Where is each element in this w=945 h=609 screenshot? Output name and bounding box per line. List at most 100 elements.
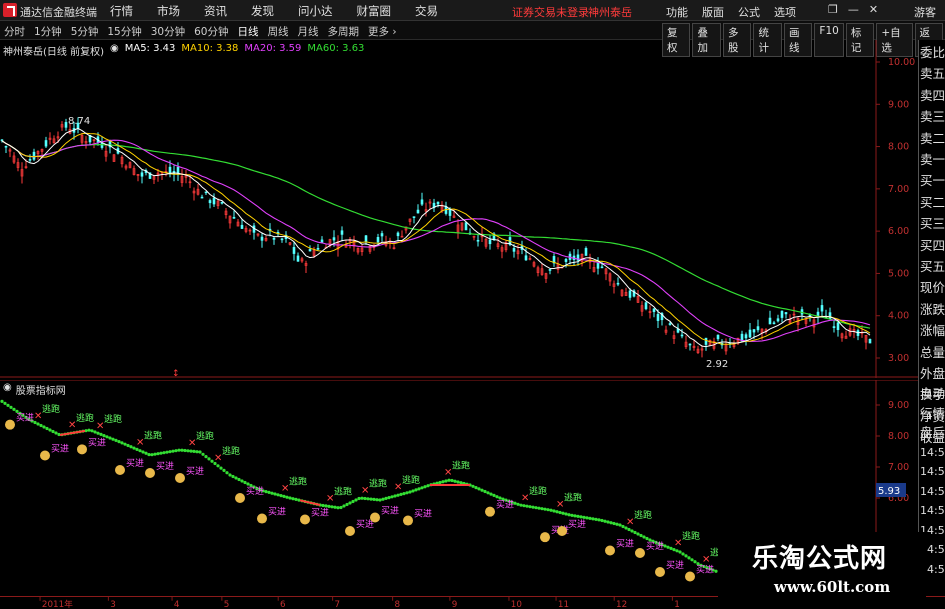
menu-item-layout[interactable]: 版面: [702, 4, 724, 20]
buy-signal-icon: [300, 514, 310, 525]
sub-axis-label: 9.00: [888, 400, 909, 411]
candle-body: [4, 145, 8, 148]
menu-item-options[interactable]: 选项: [774, 4, 796, 20]
tab-1min[interactable]: 1分钟: [34, 24, 62, 39]
menu-item-market[interactable]: 市场: [157, 3, 180, 19]
buy-signal-label: 买进: [311, 508, 329, 519]
buy-signal-icon: [5, 419, 15, 430]
minimize-icon[interactable]: —: [848, 3, 859, 16]
candlestick-chart[interactable]: 10.00 9.00 8.00 7.00 6.00 5.00 4.00 3.00 8.74 2…: [0, 40, 945, 378]
menu-item-formula[interactable]: 公式: [738, 4, 760, 20]
login-warning[interactable]: 证券交易未登录: [512, 4, 589, 20]
tab-multi-period[interactable]: 多周期: [328, 24, 360, 39]
indicator-dot: [399, 492, 403, 496]
sell-signal-label: 逃跑: [222, 445, 240, 457]
menu-item-function[interactable]: 功能: [666, 4, 688, 20]
indicator-dot: [51, 429, 55, 434]
quote-row-7: 买二: [920, 194, 945, 210]
indicator-dot: [603, 519, 607, 523]
window-controls: ❐ — ✕: [828, 3, 878, 16]
candle-body: [212, 197, 216, 205]
candle-body: [488, 239, 492, 245]
indicator-dot: [459, 481, 463, 485]
indicator-dot: [243, 480, 247, 485]
buy-signal-label: 买进: [16, 413, 34, 424]
tab-more[interactable]: 更多 ›: [368, 24, 397, 39]
sell-signal-label: 逃跑: [42, 403, 60, 415]
candle-body: [308, 249, 312, 252]
menu-item-discover[interactable]: 发现: [251, 3, 274, 19]
indicator-dot: [357, 496, 361, 501]
indicator-dot: [222, 468, 226, 472]
candle-body: [776, 318, 780, 322]
restore-icon[interactable]: ❐: [828, 3, 838, 16]
close-icon[interactable]: ✕: [869, 3, 878, 16]
indicator-dot: [144, 451, 148, 455]
indicator-dot: [225, 471, 229, 475]
quote-row-3: 卖三: [920, 109, 945, 125]
current-stock-name: 神州泰岳: [588, 6, 632, 19]
indicator-dot: [339, 505, 343, 510]
candle-body: [416, 209, 420, 214]
indicator-dot: [129, 445, 133, 449]
candle-body: [476, 239, 480, 242]
candle-body: [340, 230, 344, 235]
candle-body: [644, 302, 648, 310]
indicator-dot: [123, 442, 127, 446]
indicator-dot: [216, 464, 220, 468]
tab-5min[interactable]: 5分钟: [71, 24, 99, 39]
candle-body: [868, 338, 872, 344]
indicator-dot: [54, 431, 58, 435]
candle-body: [412, 216, 416, 218]
candle-body: [596, 262, 600, 269]
indicator-dot: [246, 482, 250, 486]
indicator-dot: [264, 490, 268, 494]
candle-body: [220, 201, 224, 204]
quote-row-19[interactable]: 自动: [920, 384, 945, 403]
tab-15min[interactable]: 15分钟: [107, 24, 141, 39]
indicator-dot: [321, 503, 325, 508]
indicator-dot: [126, 443, 130, 448]
tab-daily[interactable]: 日线: [238, 24, 259, 39]
indicator-dot: [345, 502, 349, 507]
candle-body: [548, 269, 552, 271]
indicator-dot: [366, 497, 370, 501]
indicator-dot: [546, 508, 550, 512]
indicator-dot: [189, 449, 193, 453]
candle-body: [208, 200, 212, 204]
time-axis-label: 4: [174, 600, 180, 609]
tab-monthly[interactable]: 月线: [298, 24, 319, 39]
tab-30min[interactable]: 30分钟: [151, 24, 185, 39]
guest-button[interactable]: 游客: [905, 4, 945, 20]
menu-item-trade[interactable]: 交易: [415, 3, 438, 19]
tab-intraday[interactable]: 分时: [4, 24, 25, 39]
time-axis-label: 8: [395, 600, 401, 609]
time-axis-label: 7: [335, 600, 341, 609]
indicator-dot: [579, 515, 583, 519]
indicator-dot: [195, 450, 199, 454]
indicator-dot: [390, 495, 394, 499]
indicator-dot: [150, 453, 154, 457]
indicator-dot: [156, 452, 160, 456]
legend-ma60: MA60: 3.63: [307, 43, 365, 54]
candle-body: [376, 237, 380, 243]
quote-row-21[interactable]: 盘后: [920, 423, 945, 442]
indicator-dot: [645, 536, 649, 541]
indicator-dot: [354, 498, 358, 502]
indicator-dot: [540, 507, 544, 511]
quote-row-20[interactable]: 行情: [920, 404, 945, 423]
indicator-dot: [36, 422, 40, 426]
menu-item-news[interactable]: 资讯: [204, 3, 227, 19]
candle-body: [420, 199, 424, 205]
sub-legend-toggle-icon[interactable]: ◉: [3, 382, 12, 397]
tab-weekly[interactable]: 周线: [268, 24, 289, 39]
menu-item-ask[interactable]: 问小达: [298, 3, 333, 19]
menu-item-quotes[interactable]: 行情: [110, 3, 133, 19]
indicator-dot: [15, 409, 19, 413]
tab-60min[interactable]: 60分钟: [194, 24, 228, 39]
legend-toggle-icon[interactable]: ◉: [110, 43, 119, 58]
menu-item-wealth[interactable]: 财富圈: [357, 3, 392, 19]
indicator-dot: [444, 479, 448, 483]
candle-body: [64, 122, 68, 128]
buy-signal-label: 买进: [186, 466, 204, 477]
